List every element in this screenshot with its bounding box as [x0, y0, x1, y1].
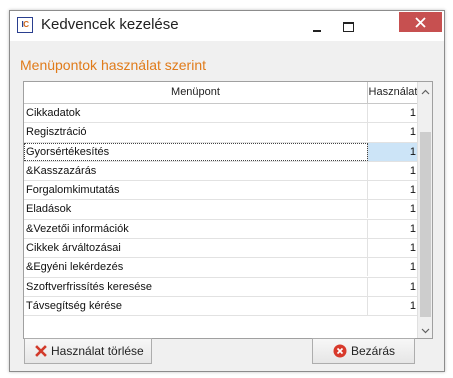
close-button-label: Bezárás: [351, 344, 396, 358]
clear-usage-label: Használat törlése: [51, 344, 144, 358]
table-row[interactable]: Távsegítség kérése 1: [24, 296, 418, 317]
row-usage: 1: [409, 107, 416, 119]
app-logo-icon: IC: [17, 17, 33, 33]
row-usage: 1: [409, 222, 416, 235]
vertical-scrollbar[interactable]: [417, 82, 432, 338]
row-name: Cikkadatok: [24, 104, 368, 122]
window-title: Kedvencek kezelése: [41, 16, 179, 33]
usage-table[interactable]: Menüpont Használat Cikkadatok 1 Regisztr…: [23, 81, 433, 339]
row-usage: 1: [409, 164, 416, 177]
red-circle-x-icon: [333, 344, 347, 358]
table-row[interactable]: &Egyéni lekérdezés 1: [24, 258, 418, 278]
table-row[interactable]: Eladások 1: [24, 200, 418, 220]
row-name: &Vezetői információk: [24, 219, 368, 238]
table-row[interactable]: &Vezetői információk 1: [24, 219, 418, 240]
row-usage: 1: [409, 280, 416, 293]
table-row[interactable]: Cikkek árváltozásai 1: [24, 239, 418, 259]
row-name: &Egyéni lekérdezés: [24, 258, 368, 277]
row-usage: 1: [409, 126, 416, 139]
scroll-down-button[interactable]: [418, 321, 432, 338]
table-header: Menüpont Használat: [24, 82, 418, 104]
chevron-down-icon: [421, 328, 430, 334]
chevron-up-icon: [421, 89, 430, 95]
row-usage: 1: [368, 142, 418, 161]
clear-usage-button[interactable]: Használat törlése: [24, 338, 152, 364]
row-name: Szoftverfrissítés keresése: [24, 277, 368, 296]
row-usage: 1: [409, 184, 416, 197]
close-button[interactable]: Bezárás: [312, 338, 415, 364]
section-title: Menüpontok használat szerint: [20, 57, 206, 73]
table-row-selected[interactable]: Gyorsértékesítés 1: [24, 142, 418, 162]
table-row[interactable]: Cikkadatok 1: [24, 104, 418, 124]
row-name: Távsegítség kérése: [24, 296, 368, 315]
table-row[interactable]: Forgalomkimutatás 1: [24, 181, 418, 201]
table-row[interactable]: Szoftverfrissítés keresése 1: [24, 277, 418, 297]
column-header-hasznalat[interactable]: Használat: [368, 82, 418, 103]
row-name: Eladások: [24, 200, 368, 219]
row-usage: 1: [409, 242, 416, 255]
maximize-button[interactable]: [333, 11, 363, 39]
column-header-menupont[interactable]: Menüpont: [24, 82, 368, 103]
table-row[interactable]: Regisztráció 1: [24, 123, 418, 143]
close-window-button[interactable]: [399, 12, 442, 32]
row-name: Gyorsértékesítés: [24, 142, 368, 161]
scrollbar-thumb[interactable]: [420, 132, 431, 317]
table-body: Cikkadatok 1 Regisztráció 1 Gyorsértékes…: [24, 104, 418, 317]
scroll-up-button[interactable]: [418, 82, 432, 99]
close-icon: [415, 17, 426, 28]
row-usage: 1: [409, 203, 416, 216]
dialog-window: IC Kedvencek kezelése Menüpontok használ…: [9, 10, 445, 372]
maximize-icon: [343, 22, 354, 32]
title-bar[interactable]: IC Kedvencek kezelése: [10, 11, 444, 41]
row-usage: 1: [409, 261, 416, 274]
row-name: Regisztráció: [24, 123, 368, 142]
red-x-icon: [35, 345, 47, 357]
minimize-icon: [313, 30, 321, 32]
minimize-button[interactable]: [302, 11, 332, 39]
row-name: Forgalomkimutatás: [24, 181, 368, 200]
row-name: &Kasszazárás: [24, 161, 368, 180]
row-usage: 1: [409, 299, 416, 312]
row-name: Cikkek árváltozásai: [24, 239, 368, 258]
table-row[interactable]: &Kasszazárás 1: [24, 161, 418, 182]
